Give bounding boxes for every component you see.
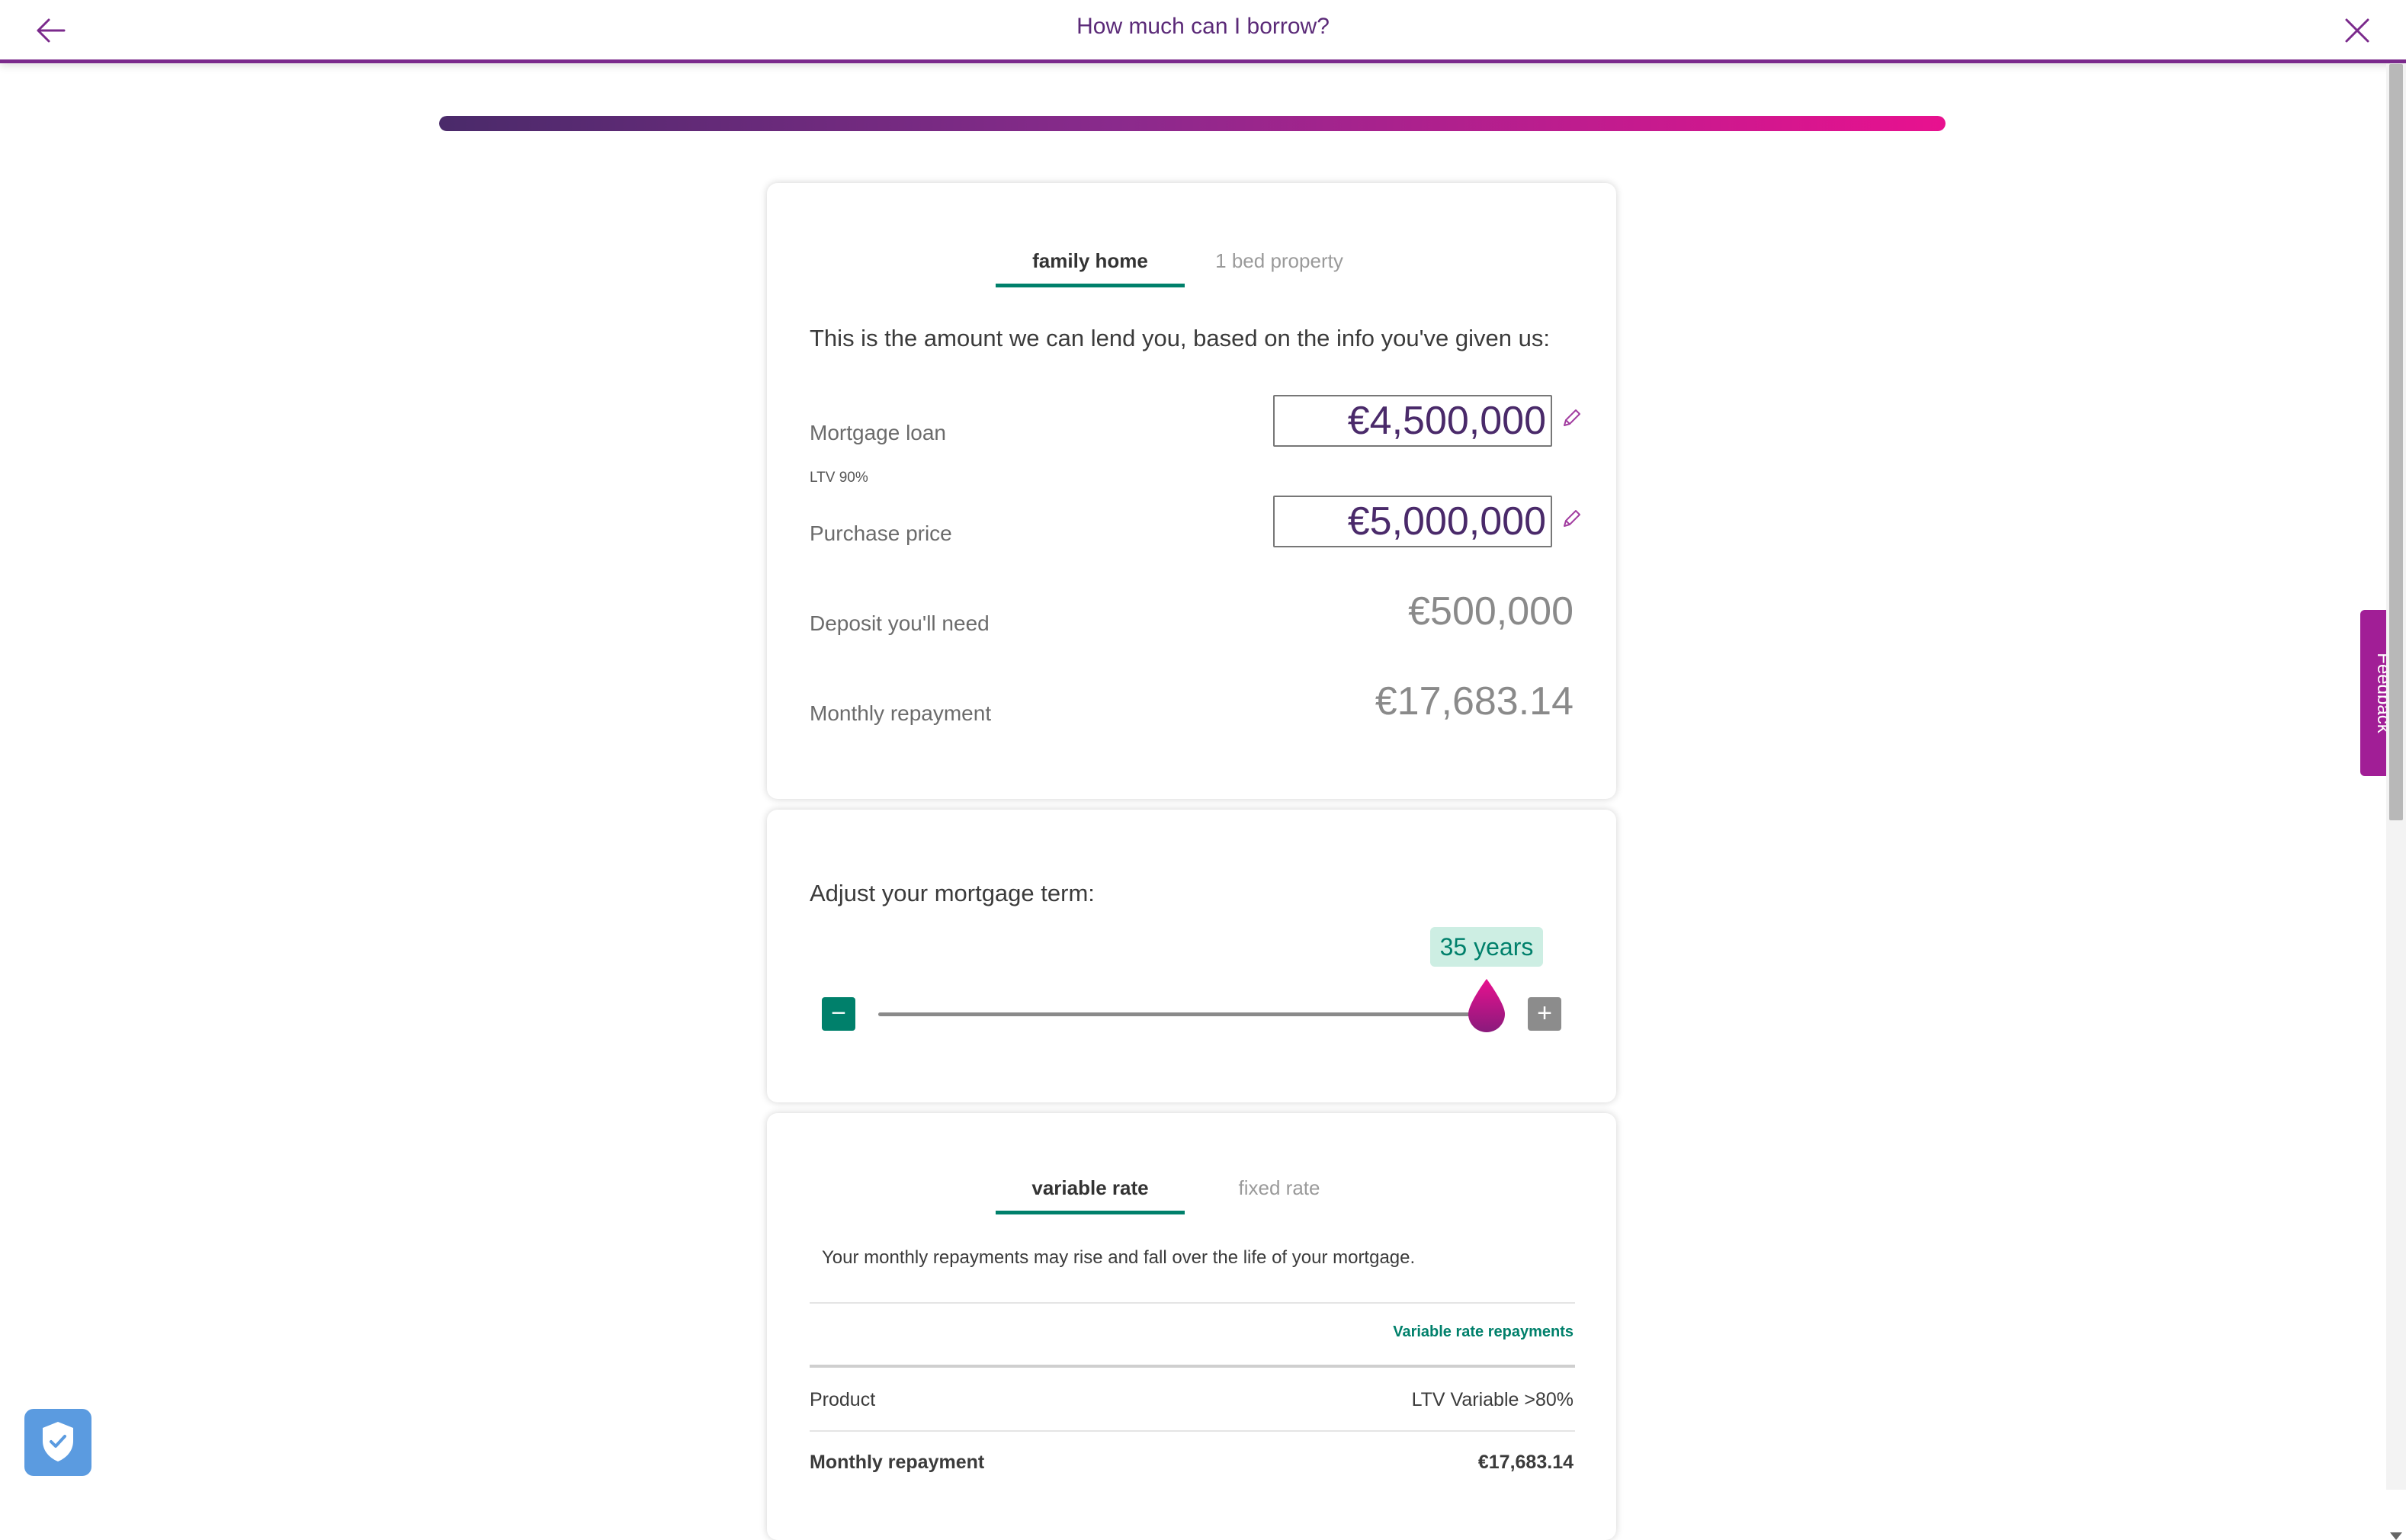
purchase-price-input[interactable] [1273, 496, 1552, 547]
summary-intro: This is the amount we can lend you, base… [810, 325, 1550, 351]
close-icon [2345, 18, 2369, 43]
page-title: How much can I borrow? [1076, 14, 1330, 39]
term-slider-thumb[interactable] [1465, 977, 1508, 1034]
term-heading: Adjust your mortgage term: [810, 880, 1095, 906]
mortgage-loan-label: Mortgage loan [810, 421, 947, 444]
rate-monthly-repayment-value: €17,683.14 [1477, 1452, 1574, 1473]
divider [810, 1365, 1575, 1368]
edit-pencil-icon[interactable] [1560, 508, 1583, 531]
product-label: Product [810, 1389, 876, 1410]
tab-1-bed-property[interactable]: 1 bed property [1185, 244, 1374, 284]
mortgage-loan-input[interactable] [1273, 395, 1552, 447]
tab-variable-rate[interactable]: variable rate [996, 1171, 1185, 1214]
close-button[interactable] [2340, 14, 2374, 47]
tab-fixed-rate[interactable]: fixed rate [1185, 1171, 1374, 1211]
deposit-value: €500,000 [1408, 589, 1574, 634]
deposit-label: Deposit you'll need [810, 611, 990, 635]
property-tabs: family home 1 bed property [996, 244, 1374, 287]
term-value-badge: 35 years [1430, 927, 1543, 967]
purchase-price-label: Purchase price [810, 521, 952, 545]
edit-pencil-icon[interactable] [1560, 407, 1583, 430]
divider [810, 1430, 1575, 1432]
scroll-down-icon[interactable] [2390, 1532, 2402, 1540]
term-slider-track[interactable] [878, 1012, 1480, 1016]
rate-tabs: variable rate fixed rate [996, 1171, 1374, 1214]
scrollbar[interactable] [2386, 64, 2406, 1540]
shield-check-icon [43, 1422, 73, 1461]
tab-family-home[interactable]: family home [996, 244, 1185, 287]
rate-monthly-repayment-label: Monthly repayment [810, 1452, 985, 1473]
progress-fill [439, 116, 1946, 131]
monthly-repayment-label: Monthly repayment [810, 701, 992, 725]
ltv-label: LTV 90% [810, 470, 868, 486]
rate-description: Your monthly repayments may rise and fal… [822, 1247, 1416, 1268]
scrollbar-thumb[interactable] [2389, 64, 2403, 820]
loan-summary-card: family home 1 bed property This is the a… [767, 183, 1616, 799]
term-card: Adjust your mortgage term: 35 years − + [767, 810, 1616, 1102]
decrease-term-button[interactable]: − [822, 997, 855, 1031]
variable-rate-repayments-link[interactable]: Variable rate repayments [1393, 1323, 1574, 1341]
divider [810, 1302, 1575, 1304]
app-header: How much can I borrow? [0, 0, 2406, 63]
progress-bar [439, 116, 1946, 131]
monthly-repayment-value: €17,683.14 [1375, 679, 1574, 723]
product-value: LTV Variable >80% [1411, 1389, 1574, 1410]
increase-term-button[interactable]: + [1528, 997, 1561, 1031]
rate-card: variable rate fixed rate Your monthly re… [767, 1113, 1616, 1540]
privacy-shield-button[interactable] [24, 1409, 91, 1476]
